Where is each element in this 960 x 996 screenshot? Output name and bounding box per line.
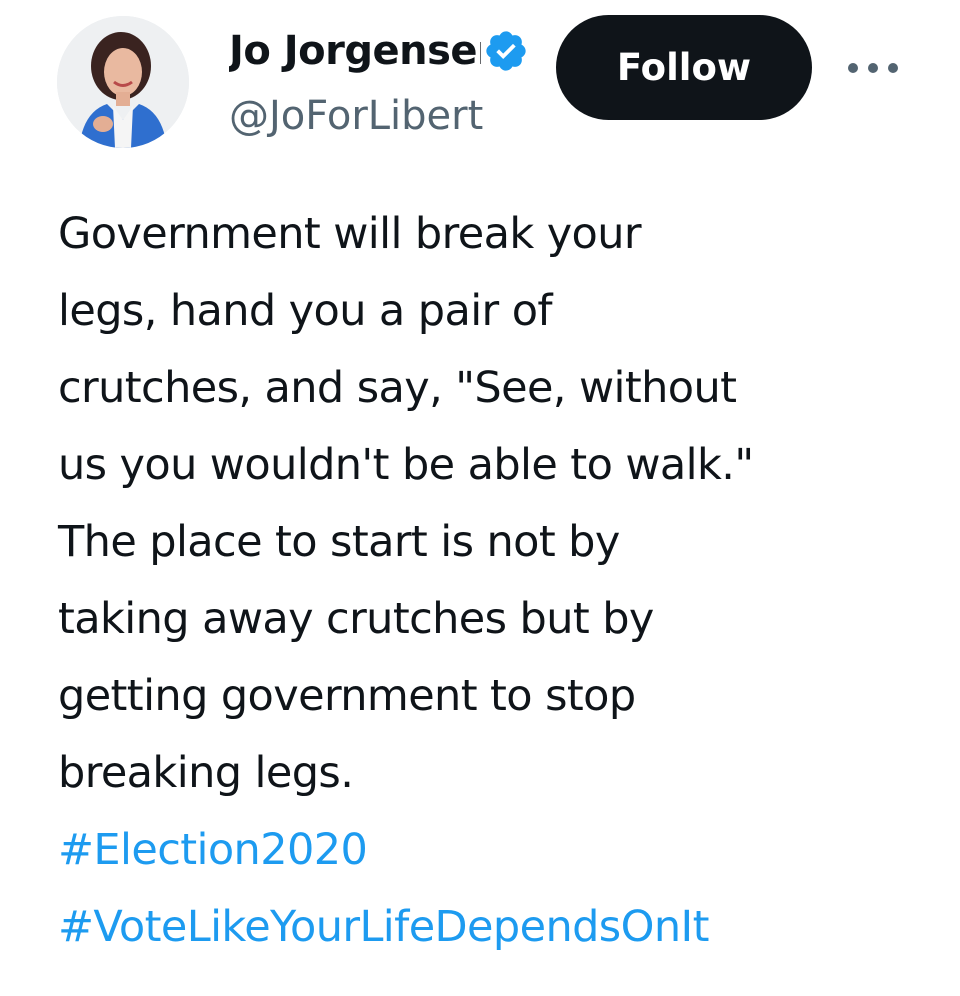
profile-photo bbox=[57, 16, 189, 148]
tweet-text-line: breaking legs. bbox=[58, 748, 354, 798]
hashtag-link-election2020[interactable]: #Election2020 bbox=[58, 812, 948, 889]
more-options-icon bbox=[848, 63, 898, 73]
verified-badge-icon bbox=[486, 31, 526, 71]
avatar[interactable] bbox=[57, 16, 189, 148]
tweet-text-line: The place to start is not by bbox=[58, 517, 620, 567]
author-display-name[interactable]: Jo Jorgensen bbox=[229, 22, 481, 80]
author-name-row[interactable]: Jo Jorgensen bbox=[229, 22, 529, 80]
author-handle[interactable]: @JoForLibert bbox=[229, 88, 529, 144]
tweet-text-line: us you wouldn't be able to walk." bbox=[58, 440, 754, 490]
tweet-text-line: Government will break your bbox=[58, 209, 642, 259]
follow-button[interactable]: Follow bbox=[556, 15, 812, 120]
tweet-card: Jo Jorgensen @JoForLibert Follow Governm… bbox=[0, 0, 960, 996]
more-options-button[interactable] bbox=[838, 48, 908, 88]
tweet-text-line: crutches, and say, "See, without bbox=[58, 363, 737, 413]
tweet-text: Government will break your legs, hand yo… bbox=[58, 196, 948, 966]
hashtag-link-votelikeyourlifedependsonit[interactable]: #VoteLikeYourLifeDependsOnIt bbox=[58, 889, 948, 966]
tweet-text-line: legs, hand you a pair of bbox=[58, 286, 553, 336]
tweet-text-line: taking away crutches but by bbox=[58, 594, 654, 644]
tweet-text-line: getting government to stop bbox=[58, 671, 636, 721]
